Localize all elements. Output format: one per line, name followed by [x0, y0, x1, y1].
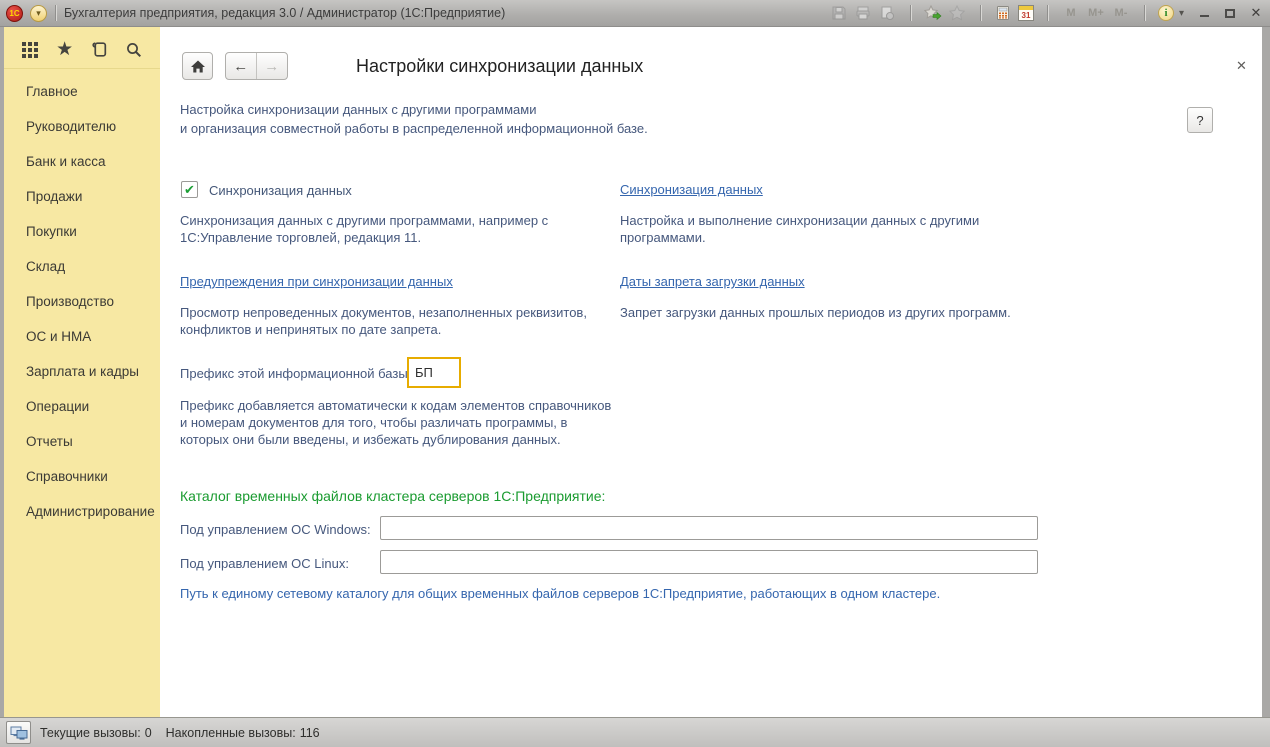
minimize-button[interactable] — [1196, 5, 1212, 21]
monitors-icon — [10, 725, 28, 741]
maximize-icon — [1225, 9, 1235, 18]
sidebar-item-bank-cash[interactable]: Банк и касса — [4, 144, 160, 179]
prefix-label: Префикс этой информационной базы: — [180, 366, 411, 381]
history-icon[interactable] — [87, 38, 111, 62]
sidebar-item-manager[interactable]: Руководителю — [4, 109, 160, 144]
sync-checkbox[interactable]: ✔ — [181, 181, 198, 198]
sidebar-item-administration[interactable]: Администрирование — [4, 494, 160, 529]
chevron-down-icon: ▾ — [36, 8, 41, 19]
section-sidebar: ★ Главное Руководителю Банк и касса Прод… — [4, 27, 160, 717]
info-button[interactable]: i — [1158, 5, 1174, 21]
sidebar-item-warehouse[interactable]: Склад — [4, 249, 160, 284]
app-window: 1С ▾ Бухгалтерия предприятия, редакция 3… — [0, 0, 1270, 747]
accumulated-calls-label: Накопленные вызовы: — [166, 726, 296, 740]
ban-dates-link[interactable]: Даты запрета загрузки данных — [620, 274, 805, 289]
sidebar-toolbar: ★ — [4, 27, 160, 69]
current-calls-label: Текущие вызовы: — [40, 726, 141, 740]
add-to-favorites-icon[interactable] — [924, 4, 943, 23]
forward-button[interactable]: → — [257, 53, 288, 79]
close-icon: ✕ — [1251, 5, 1262, 21]
prefix-description: Префикс добавляется автоматически к кода… — [180, 397, 611, 448]
sync-checkbox-label: Синхронизация данных — [209, 183, 352, 198]
title-bar: 1С ▾ Бухгалтерия предприятия, редакция 3… — [0, 0, 1270, 27]
ban-dates-description: Запрет загрузки данных прошлых периодов … — [620, 304, 1011, 321]
print-icon[interactable] — [854, 4, 873, 23]
windows-path-label: Под управлением ОС Windows: — [180, 522, 371, 537]
cluster-section-header: Каталог временных файлов кластера сервер… — [180, 488, 605, 504]
back-button[interactable]: ← — [226, 53, 257, 79]
memory-m-button[interactable]: M — [1061, 7, 1081, 19]
accumulated-calls-value: 116 — [300, 726, 320, 740]
calculator-icon[interactable] — [994, 4, 1013, 23]
nav-buttons: ← → — [225, 52, 288, 80]
minimize-icon — [1200, 15, 1209, 17]
home-button[interactable] — [182, 52, 213, 80]
main-menu-button[interactable]: ▾ — [30, 5, 47, 22]
print-preview-icon[interactable] — [878, 4, 897, 23]
check-icon: ✔ — [184, 182, 195, 198]
sync-link-description: Настройка и выполнение синхронизации дан… — [620, 212, 979, 246]
memory-m-minus-button[interactable]: M- — [1111, 7, 1131, 19]
calendar-icon[interactable]: 31 — [1018, 5, 1034, 21]
help-button[interactable]: ? — [1187, 107, 1213, 133]
current-calls-value: 0 — [145, 726, 152, 740]
save-icon[interactable] — [830, 4, 849, 23]
divider — [1047, 5, 1048, 21]
maximize-button[interactable] — [1222, 5, 1238, 21]
status-bar: Текущие вызовы: 0 Накопленные вызовы: 11… — [0, 717, 1270, 747]
close-button[interactable]: ✕ — [1248, 5, 1264, 21]
sync-description: Синхронизация данных с другими программа… — [180, 212, 548, 246]
windows-path-input[interactable] — [380, 516, 1038, 540]
sidebar-item-main[interactable]: Главное — [4, 74, 160, 109]
home-icon — [190, 59, 206, 74]
sidebar-item-salary-hr[interactable]: Зарплата и кадры — [4, 354, 160, 389]
memory-m-plus-button[interactable]: M+ — [1086, 7, 1106, 19]
sidebar-item-production[interactable]: Производство — [4, 284, 160, 319]
linux-path-input[interactable] — [380, 550, 1038, 574]
titlebar-toolbar: 31 M M+ M- i ▾ — [830, 4, 1184, 23]
page-description: Настройка синхронизации данных с другими… — [180, 100, 648, 138]
prefix-input[interactable] — [407, 357, 461, 388]
divider — [55, 5, 56, 21]
sidebar-item-purchases[interactable]: Покупки — [4, 214, 160, 249]
sync-data-link[interactable]: Синхронизация данных — [620, 182, 763, 197]
divider — [980, 5, 981, 21]
1c-logo-icon: 1С — [6, 5, 23, 22]
sidebar-item-fixed-assets[interactable]: ОС и НМА — [4, 319, 160, 354]
cluster-note: Путь к единому сетевому каталогу для общ… — [180, 586, 940, 601]
client-server-calls-button[interactable] — [6, 721, 31, 744]
sync-warnings-link[interactable]: Предупреждения при синхронизации данных — [180, 274, 453, 289]
sidebar-item-reports[interactable]: Отчеты — [4, 424, 160, 459]
sidebar-item-directories[interactable]: Справочники — [4, 459, 160, 494]
sidebar-menu: Главное Руководителю Банк и касса Продаж… — [4, 69, 160, 529]
menu-grid-icon[interactable] — [18, 38, 42, 62]
linux-path-label: Под управлением ОС Linux: — [180, 556, 349, 571]
window-controls: ✕ — [1196, 5, 1264, 21]
sidebar-item-sales[interactable]: Продажи — [4, 179, 160, 214]
favorites-icon[interactable] — [948, 4, 967, 23]
divider — [910, 5, 911, 21]
divider — [1144, 5, 1145, 21]
main-region: ★ Главное Руководителю Банк и касса Прод… — [0, 27, 1270, 717]
calls-status-text: Текущие вызовы: 0 Накопленные вызовы: 11… — [40, 726, 320, 740]
info-caret-icon[interactable]: ▾ — [1179, 8, 1184, 19]
page-close-button[interactable]: ✕ — [1236, 58, 1247, 74]
search-icon[interactable] — [122, 38, 146, 62]
warnings-description: Просмотр непроведенных документов, незап… — [180, 304, 587, 338]
window-title: Бухгалтерия предприятия, редакция 3.0 / … — [64, 6, 505, 20]
favorites-star-icon[interactable]: ★ — [53, 38, 77, 62]
sidebar-item-operations[interactable]: Операции — [4, 389, 160, 424]
page-title: Настройки синхронизации данных — [356, 56, 643, 77]
page-content: ← → Настройки синхронизации данных ✕ Нас… — [160, 27, 1262, 717]
